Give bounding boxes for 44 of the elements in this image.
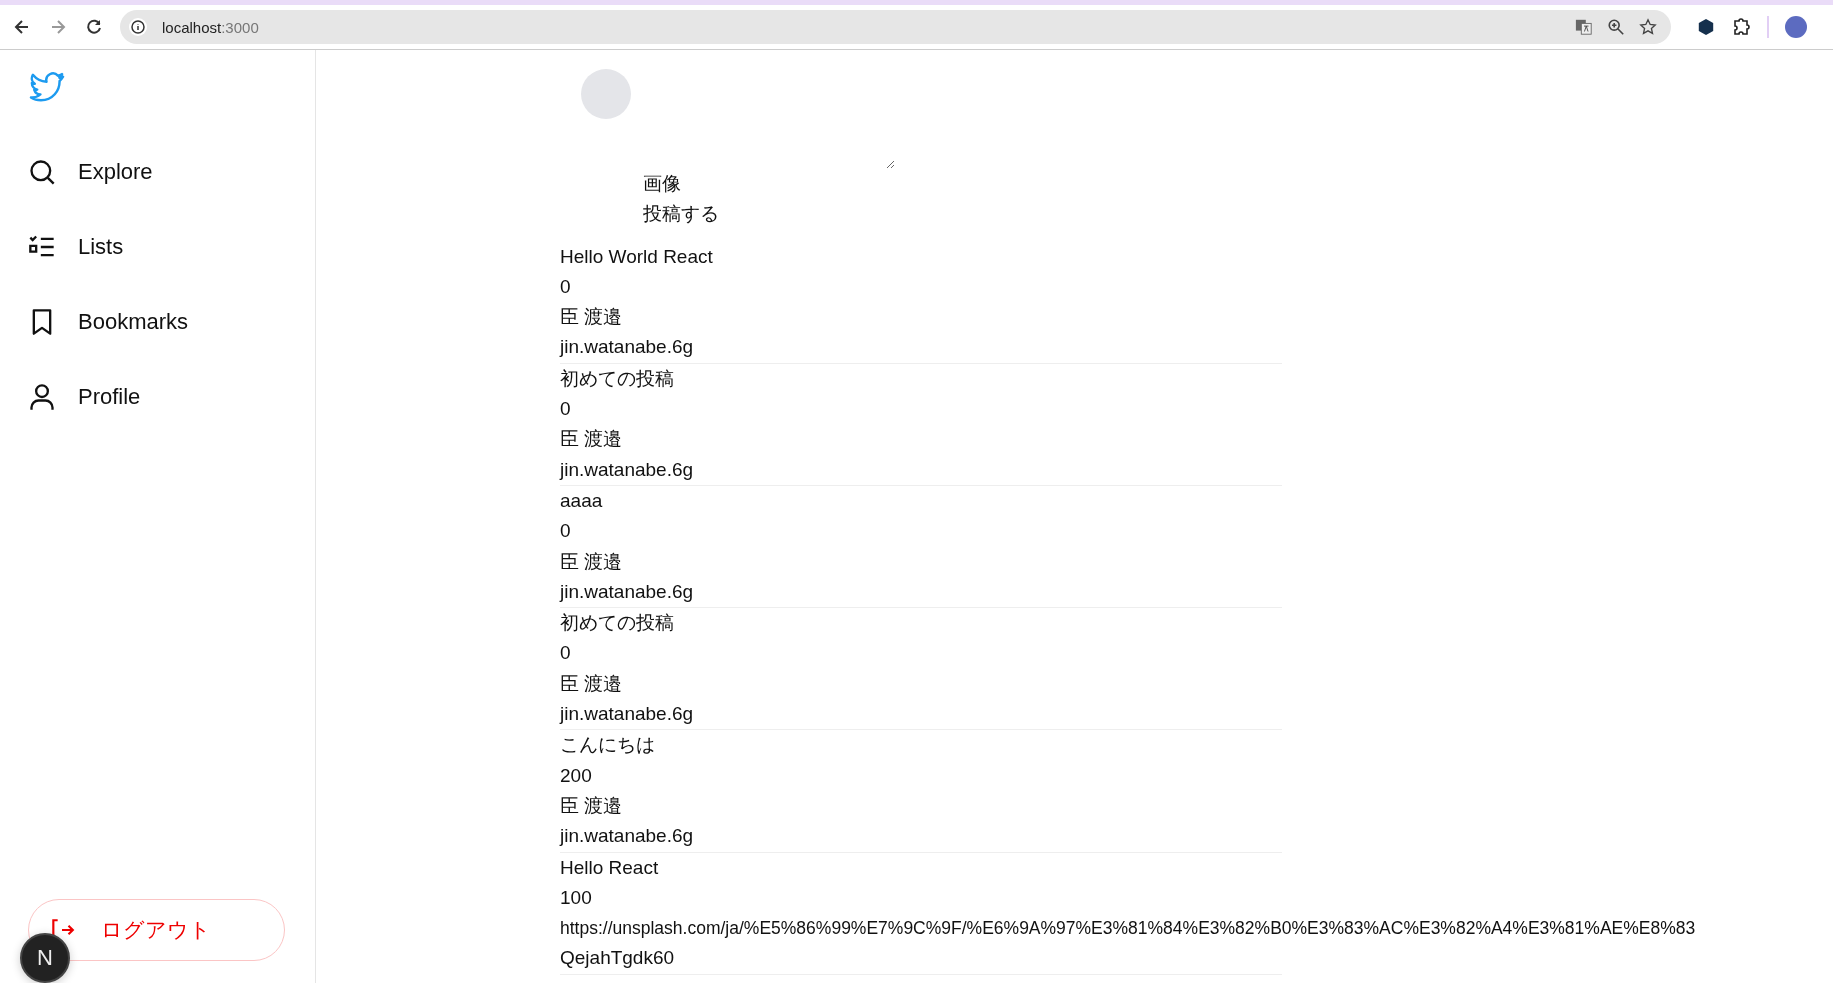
like-count: 200: [560, 763, 592, 788]
url-text: localhost:3000: [162, 18, 259, 36]
dev-badge[interactable]: N: [20, 933, 70, 983]
nav-link[interactable]: Explore: [28, 158, 153, 186]
post-text: こんにちは: [560, 733, 655, 758]
post-button[interactable]: 投稿する: [643, 199, 719, 230]
profile-avatar-icon[interactable]: [1785, 16, 1807, 38]
author-name: 臣 渡邉: [560, 671, 623, 696]
author-name: 臣 渡邉: [560, 427, 623, 452]
image-url: https://unsplash.com/ja/%E5%86%99%E7%9C%9F/%E6%9A%97%E3%81%84%E3%82%B0%E3%83%AC%E3%82%A4%E3%81%AE%E8%83: [560, 917, 1696, 941]
like-count: 0: [560, 274, 571, 299]
image-id: QejahTgdk60: [560, 946, 675, 971]
like-count: 100: [560, 885, 592, 910]
author-handle: jin.watanabe.6g: [560, 579, 694, 604]
author-handle: jin.watanabe.6g: [560, 702, 694, 727]
translate-icon[interactable]: [1575, 18, 1593, 36]
nav-link[interactable]: Bookmarks: [28, 308, 189, 336]
author-name: 臣 渡邉: [560, 549, 623, 574]
puzzle-icon[interactable]: [1731, 17, 1751, 37]
extension-hexagon-icon[interactable]: [1697, 18, 1715, 36]
user-icon: [28, 383, 56, 411]
avatar-placeholder: [581, 69, 631, 119]
star-icon[interactable]: [1639, 18, 1657, 36]
post-text: Hello React: [560, 855, 659, 880]
post-text: aaaa: [560, 488, 603, 513]
zoom-icon[interactable]: [1607, 18, 1625, 36]
like-count: 0: [560, 519, 571, 544]
author-handle: jin.watanabe.6g: [560, 335, 694, 360]
author-handle: jin.watanabe.6g: [560, 824, 694, 849]
author-name: 臣 渡邉: [560, 305, 623, 330]
search-icon: [28, 158, 56, 186]
post-text: Hello World React: [560, 244, 713, 269]
post-text: 初めての投稿: [560, 611, 674, 636]
image-label[interactable]: 画像: [643, 169, 681, 200]
post-text: 初めての投稿: [560, 366, 674, 391]
like-count: 0: [560, 641, 571, 666]
author-handle: jin.watanabe.6g: [560, 457, 694, 482]
nav-link[interactable]: Lists: [28, 233, 124, 261]
info-icon[interactable]: [128, 17, 148, 37]
nav-link[interactable]: Profile: [28, 383, 141, 411]
address-bar[interactable]: localhost:3000: [120, 10, 1671, 44]
reload-icon[interactable]: [84, 17, 104, 37]
like-count: 0: [560, 397, 571, 422]
author-name: 臣 渡邉: [560, 793, 623, 818]
